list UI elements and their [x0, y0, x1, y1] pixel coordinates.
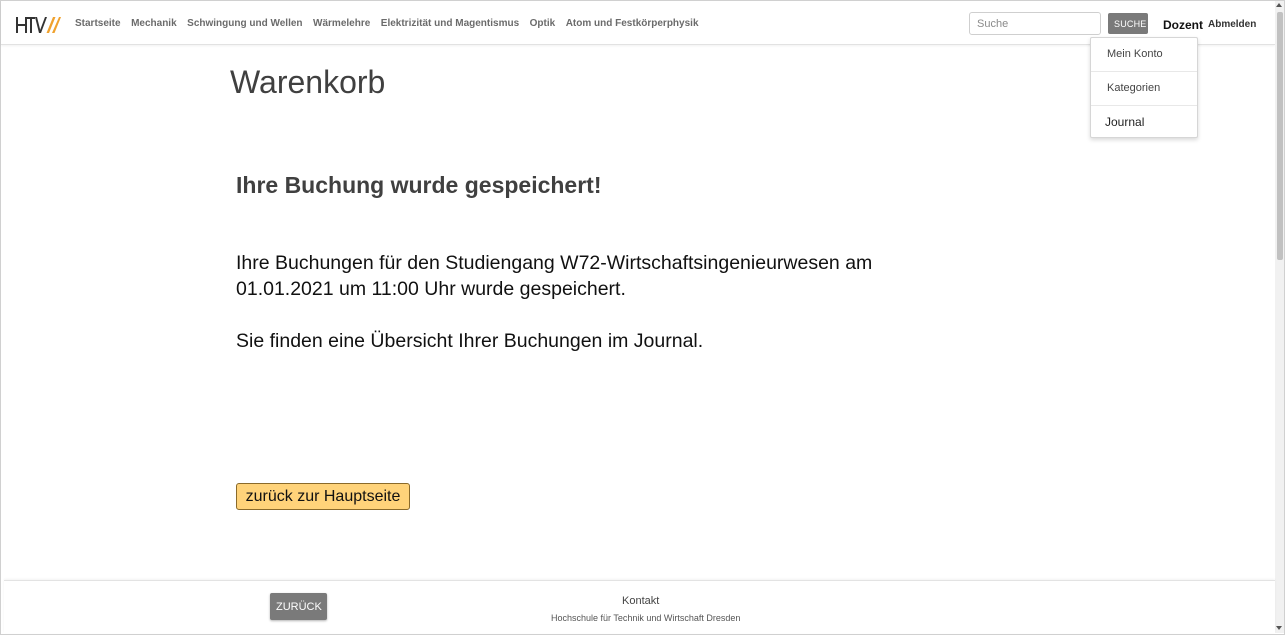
confirmation-message: Ihre Buchungen für den Studiengang W72-W…	[236, 250, 876, 354]
nav-schwingung-und-wellen[interactable]: Schwingung und Wellen	[187, 18, 302, 29]
user-menu-toggle[interactable]: Dozent	[1163, 18, 1203, 32]
logout-link[interactable]: Abmelden	[1208, 19, 1256, 30]
logo-letters	[16, 17, 61, 33]
nav-atom-und-festkoerperphysik[interactable]: Atom und Festkörperphysik	[566, 18, 699, 29]
page-title: Warenkorb	[230, 64, 386, 100]
back-button[interactable]: ZURÜCK	[270, 593, 327, 620]
nav-startseite[interactable]: Startseite	[75, 18, 121, 29]
confirmation-heading: Ihre Buchung wurde gespeichert!	[236, 172, 602, 198]
search-button[interactable]: SUCHE	[1108, 13, 1148, 34]
scroll-up-arrow-icon[interactable]	[1276, 3, 1282, 7]
user-dropdown-menu: Mein Konto Kategorien Journal	[1090, 37, 1198, 138]
contact-link[interactable]: Kontakt	[622, 595, 659, 607]
menu-item-journal[interactable]: Journal	[1091, 106, 1197, 139]
htw-logo[interactable]	[15, 15, 61, 35]
nav-elektrizitaet-und-magnetismus[interactable]: Elektrizität und Magentismus	[381, 18, 519, 29]
menu-item-mein-konto[interactable]: Mein Konto	[1091, 38, 1197, 72]
main-navigation: Startseite Mechanik Schwingung und Welle…	[75, 18, 709, 29]
journal-hint-text: Sie finden eine Übersicht Ihrer Buchunge…	[236, 330, 704, 352]
scrollbar-thumb[interactable]	[1277, 12, 1283, 260]
institution-name: Hochschule für Technik und Wirtschaft Dr…	[551, 613, 741, 623]
nav-mechanik[interactable]: Mechanik	[131, 18, 177, 29]
nav-waermelehre[interactable]: Wärmelehre	[313, 18, 370, 29]
booking-details-text: Ihre Buchungen für den Studiengang W72-W…	[236, 252, 873, 300]
nav-optik[interactable]: Optik	[530, 18, 556, 29]
search-input[interactable]	[969, 12, 1101, 35]
back-to-home-button[interactable]: zurück zur Hauptseite	[236, 483, 410, 510]
menu-item-kategorien[interactable]: Kategorien	[1091, 72, 1197, 106]
scroll-down-arrow-icon[interactable]	[1276, 626, 1282, 630]
